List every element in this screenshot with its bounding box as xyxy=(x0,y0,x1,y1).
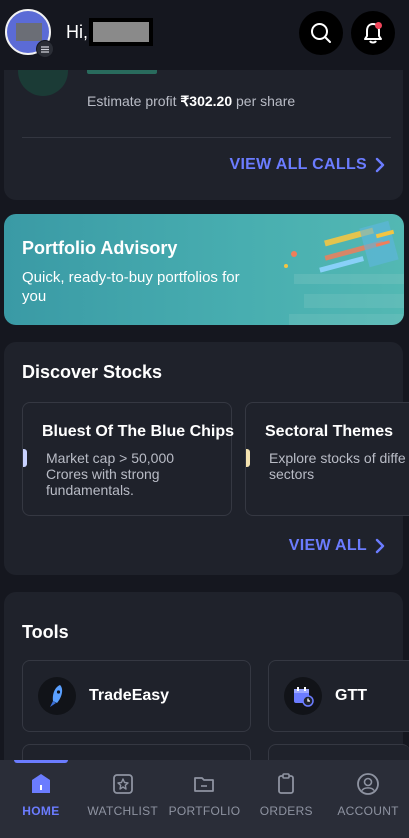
view-all-stocks-link[interactable]: VIEW ALL xyxy=(289,537,385,555)
notification-dot xyxy=(375,22,382,29)
stock-card-blue-chips[interactable]: Bluest Of The Blue Chips Market cap > 50… xyxy=(22,402,235,516)
nav-orders[interactable]: ORDERS xyxy=(245,760,327,838)
advisory-title: Portfolio Advisory xyxy=(22,238,178,258)
chevron-right-icon xyxy=(375,538,385,554)
nav-label: ORDERS xyxy=(259,804,313,818)
tool-card-tradeeasy[interactable]: TradeEasy xyxy=(22,660,251,732)
nav-label: WATCHLIST xyxy=(87,804,159,818)
nav-portfolio[interactable]: PORTFOLIO xyxy=(164,760,246,838)
nav-home[interactable]: HOME xyxy=(0,760,82,838)
chevron-right-icon xyxy=(375,157,385,173)
stock-card-desc-line: sectors xyxy=(269,466,315,482)
divider xyxy=(22,137,391,138)
tool-label: TradeEasy xyxy=(89,687,170,704)
advisory-subtitle: Quick, ready-to-buy portfolios for you xyxy=(22,269,240,305)
stock-card-desc-line: Market cap > 50,000 xyxy=(46,450,175,466)
stock-card-desc: Explore stocks of diffe sectors xyxy=(269,450,406,482)
bottom-navigation: HOME WATCHLIST PORTFOLIO ORDERS ACCOUNT xyxy=(0,760,409,838)
stock-card-desc-line: Explore stocks of diffe xyxy=(269,450,406,466)
nav-label: ACCOUNT xyxy=(337,804,399,818)
stock-card-accent xyxy=(246,449,250,467)
portfolio-advisory-banner[interactable]: Portfolio Advisory Quick, ready-to-buy p… xyxy=(4,214,404,325)
nav-label: HOME xyxy=(22,804,60,818)
menu-icon[interactable] xyxy=(36,40,54,58)
search-button[interactable] xyxy=(299,11,343,55)
discover-title: Discover Stocks xyxy=(22,362,163,382)
star-icon xyxy=(112,774,133,794)
stock-card-sectoral-themes[interactable]: Sectoral Themes Explore stocks of diffe … xyxy=(245,402,409,516)
view-all-label: VIEW ALL xyxy=(288,537,367,554)
nav-watchlist[interactable]: WATCHLIST xyxy=(82,760,164,838)
stock-card-desc-line: Crores with strong xyxy=(46,466,160,482)
estimate-profit-value: ₹302.20 xyxy=(180,93,233,109)
estimate-profit-label: Estimate profit xyxy=(87,93,177,109)
tools-title: Tools xyxy=(22,622,69,642)
view-all-calls-label: VIEW ALL CALLS xyxy=(229,156,367,173)
nav-account[interactable]: ACCOUNT xyxy=(327,760,409,838)
greeting: Hi, xyxy=(66,22,88,42)
notifications-button[interactable] xyxy=(351,11,395,55)
avatar-image xyxy=(16,23,42,41)
estimate-profit-suffix: per share xyxy=(236,93,296,109)
stock-card-accent xyxy=(23,449,27,467)
stock-card-desc: Market cap > 50,000 Crores with strong f… xyxy=(46,450,174,498)
calendar-clock-icon xyxy=(284,677,322,715)
rocket-icon xyxy=(38,677,76,715)
app-header: Hi, xyxy=(0,0,409,70)
username-redacted xyxy=(89,18,153,46)
estimate-profit: Estimate profit ₹302.20 per share xyxy=(87,93,295,110)
view-all-calls-link[interactable]: VIEW ALL CALLS xyxy=(229,156,385,174)
folder-icon xyxy=(194,777,215,792)
stock-card-title: Bluest Of The Blue Chips xyxy=(42,423,235,440)
stock-card-title: Sectoral Themes xyxy=(265,423,394,440)
tool-label: GTT xyxy=(335,687,367,704)
nav-label: PORTFOLIO xyxy=(168,804,241,818)
clipboard-icon xyxy=(278,773,295,794)
search-icon xyxy=(311,23,331,43)
home-icon xyxy=(31,774,50,793)
stock-card-desc-line: fundamentals. xyxy=(46,482,134,498)
tool-card-gtt[interactable]: GTT xyxy=(268,660,409,732)
advisory-illustration xyxy=(284,220,404,325)
user-icon xyxy=(357,773,379,795)
